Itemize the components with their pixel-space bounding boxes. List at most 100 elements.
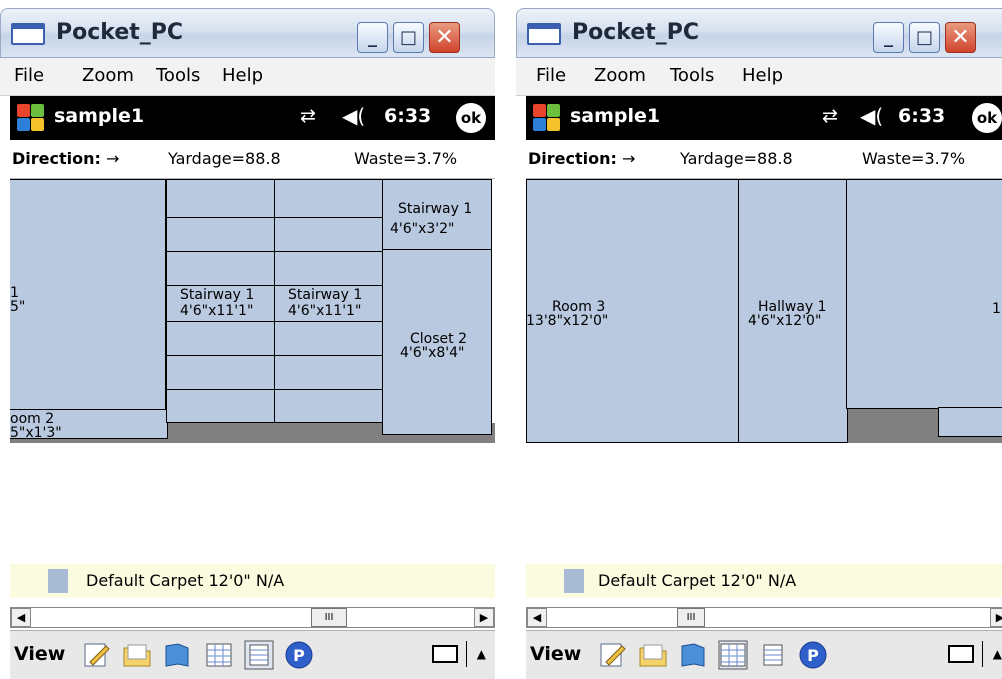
direction-label: Direction: bbox=[528, 149, 617, 168]
ok-button[interactable]: ok bbox=[456, 103, 486, 133]
close-button[interactable]: ✕ bbox=[429, 22, 460, 53]
pocket-pc-window-right: Pocket_PC _ □ ✕ File Zoom Tools Help sam… bbox=[516, 0, 1002, 679]
menu-tools[interactable]: Tools bbox=[156, 65, 200, 86]
grid-view-icon[interactable] bbox=[718, 640, 748, 670]
legend-bar: Default Carpet 12'0" N/A bbox=[526, 564, 1002, 598]
scroll-right-arrow[interactable]: ▶ bbox=[474, 608, 494, 627]
menu-bar: File Zoom Tools Help bbox=[0, 58, 495, 96]
step-line bbox=[166, 251, 384, 252]
window-app-icon bbox=[11, 23, 45, 45]
edit-icon[interactable] bbox=[598, 640, 628, 670]
step-line bbox=[166, 217, 384, 218]
direction-indicator: Direction: → bbox=[528, 149, 635, 168]
step-line bbox=[166, 285, 384, 286]
input-panel-arrow[interactable]: ▲ bbox=[982, 641, 1002, 667]
window-title: Pocket_PC bbox=[56, 20, 184, 45]
folder-icon[interactable] bbox=[122, 640, 152, 670]
p-circle-icon[interactable]: P bbox=[284, 640, 314, 670]
waste-value: Waste=3.7% bbox=[354, 149, 458, 168]
table-view-icon[interactable] bbox=[758, 640, 788, 670]
room-3-size: 13'8"x12'0" bbox=[526, 313, 609, 329]
room-2-size: 5"x1'3" bbox=[10, 425, 62, 441]
scroll-left-arrow[interactable]: ◀ bbox=[11, 608, 31, 627]
folder-icon[interactable] bbox=[638, 640, 668, 670]
yardage-value: Yardage=88.8 bbox=[680, 149, 793, 168]
legend-text: Default Carpet 12'0" N/A bbox=[598, 571, 797, 590]
room-partial-size: 15 bbox=[992, 301, 1002, 317]
book-icon[interactable] bbox=[162, 640, 192, 670]
floor-plan-canvas[interactable]: Room 3 13'8"x12'0" Hallway 1 4'6"x12'0" … bbox=[526, 178, 1002, 564]
status-line: Direction: → Yardage=88.8 Waste=3.7% bbox=[10, 140, 495, 178]
maximize-button[interactable]: □ bbox=[909, 22, 940, 53]
keyboard-icon[interactable] bbox=[948, 645, 974, 663]
input-panel-arrow[interactable]: ▲ bbox=[466, 641, 486, 667]
ok-button[interactable]: ok bbox=[972, 103, 1002, 133]
step-line bbox=[166, 321, 384, 322]
windows-flag-icon[interactable] bbox=[532, 103, 560, 131]
menu-zoom[interactable]: Zoom bbox=[82, 65, 134, 86]
nav-title: sample1 bbox=[54, 105, 145, 127]
horizontal-scrollbar[interactable]: ◀ III ▶ bbox=[10, 607, 495, 628]
step-line bbox=[166, 389, 384, 390]
grid-view-icon[interactable] bbox=[204, 640, 234, 670]
scroll-left-arrow[interactable]: ◀ bbox=[527, 608, 547, 627]
yardage-value: Yardage=88.8 bbox=[168, 149, 281, 168]
legend-text: Default Carpet 12'0" N/A bbox=[86, 571, 285, 590]
scroll-thumb[interactable]: III bbox=[677, 608, 705, 627]
direction-arrow: → bbox=[622, 149, 636, 168]
floor-plan-canvas[interactable]: 1 5" oom 2 5"x1'3" Stairway 1 4'6"x11'1"… bbox=[10, 178, 495, 564]
carpet-swatch bbox=[48, 569, 68, 593]
menu-tools[interactable]: Tools bbox=[670, 65, 714, 86]
room-1-size: 5" bbox=[10, 299, 26, 315]
stairway-b-size: 4'6"x11'1" bbox=[288, 303, 362, 319]
stairway-a-size: 4'6"x11'1" bbox=[180, 303, 254, 319]
direction-label: Direction: bbox=[12, 149, 101, 168]
windows-flag-icon[interactable] bbox=[16, 103, 44, 131]
waste-value: Waste=3.7% bbox=[862, 149, 966, 168]
step-line bbox=[166, 355, 384, 356]
book-icon[interactable] bbox=[678, 640, 708, 670]
menu-file[interactable]: File bbox=[14, 65, 44, 86]
menu-file[interactable]: File bbox=[536, 65, 566, 86]
p-circle-icon[interactable]: P bbox=[798, 640, 828, 670]
menu-help[interactable]: Help bbox=[222, 65, 263, 86]
scroll-right-arrow[interactable]: ▶ bbox=[990, 608, 1002, 627]
carpet-swatch bbox=[564, 569, 584, 593]
maximize-button[interactable]: □ bbox=[393, 22, 424, 53]
direction-arrow: → bbox=[106, 149, 120, 168]
menu-help[interactable]: Help bbox=[742, 65, 783, 86]
stairway-a-name: Stairway 1 bbox=[180, 287, 255, 303]
stairway-c-name: Stairway 1 bbox=[398, 201, 473, 217]
view-menu[interactable]: View bbox=[14, 643, 65, 665]
clock-time[interactable]: 6:33 bbox=[384, 105, 431, 127]
window-app-icon bbox=[527, 23, 561, 45]
connectivity-icon[interactable]: ⇄ bbox=[822, 105, 838, 127]
scroll-thumb[interactable]: III bbox=[311, 608, 347, 627]
close-button[interactable]: ✕ bbox=[945, 22, 976, 53]
view-menu[interactable]: View bbox=[530, 643, 581, 665]
menu-zoom[interactable]: Zoom bbox=[594, 65, 646, 86]
edit-icon[interactable] bbox=[82, 640, 112, 670]
svg-text:P: P bbox=[293, 646, 305, 665]
table-view-icon[interactable] bbox=[244, 640, 274, 670]
connectivity-icon[interactable]: ⇄ bbox=[300, 105, 316, 127]
minimize-button[interactable]: _ bbox=[357, 22, 388, 53]
hallway-1-size: 4'6"x12'0" bbox=[748, 313, 822, 329]
title-bar[interactable]: Pocket_PC _ □ ✕ bbox=[516, 8, 1002, 58]
speaker-icon[interactable]: ◀( bbox=[860, 104, 883, 128]
room-1[interactable] bbox=[10, 179, 166, 411]
minimize-button[interactable]: _ bbox=[873, 22, 904, 53]
pocket-pc-window-left: Pocket_PC _ □ ✕ File Zoom Tools Help sam… bbox=[0, 0, 495, 679]
closet-2-size: 4'6"x8'4" bbox=[400, 345, 465, 361]
room-partial[interactable] bbox=[846, 179, 1002, 409]
horizontal-scrollbar[interactable]: ◀ III ▶ bbox=[526, 607, 1002, 628]
title-bar[interactable]: Pocket_PC _ □ ✕ bbox=[0, 8, 495, 58]
legend-bar: Default Carpet 12'0" N/A bbox=[10, 564, 495, 598]
keyboard-icon[interactable] bbox=[432, 645, 458, 663]
bottom-toolbar: View P ▲ bbox=[526, 630, 1002, 679]
clock-time[interactable]: 6:33 bbox=[898, 105, 945, 127]
navigation-bar: sample1 ⇄ ◀( 6:33 ok bbox=[10, 96, 495, 140]
speaker-icon[interactable]: ◀( bbox=[342, 104, 365, 128]
room-partial-lower[interactable] bbox=[938, 407, 1002, 437]
stairway-c-size: 4'6"x3'2" bbox=[390, 221, 455, 237]
